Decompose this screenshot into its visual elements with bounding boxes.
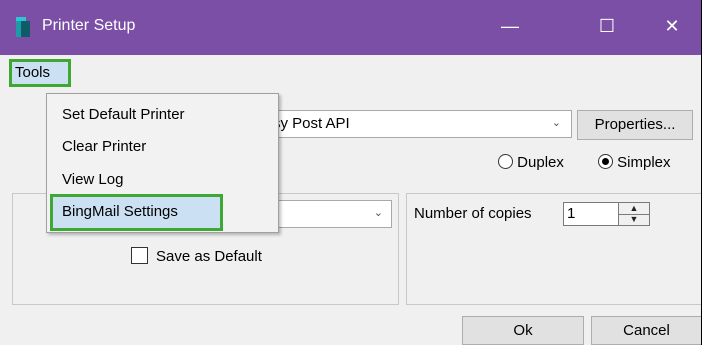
save-default-label: Save as Default — [156, 248, 262, 265]
menu-item-view-log[interactable]: View Log — [62, 171, 123, 188]
maximize-button[interactable]: ☐ — [591, 12, 623, 40]
tools-dropdown-menu: Set Default Printer Clear Printer View L… — [46, 93, 279, 233]
printer-setup-window: Printer Setup — ☐ ✕ Tools sy Post API ⌄ … — [0, 0, 702, 345]
menu-tools[interactable]: Tools — [9, 59, 71, 87]
ok-button[interactable]: Ok — [462, 316, 584, 345]
chevron-down-icon: ⌄ — [551, 117, 561, 129]
simplex-label: Simplex — [617, 154, 671, 171]
title-bar: Printer Setup — ☐ ✕ — [0, 0, 701, 55]
printer-app-icon — [16, 17, 30, 37]
options-select[interactable]: ⌄ — [270, 200, 392, 228]
simplex-option[interactable]: Simplex — [598, 154, 671, 171]
minimize-button[interactable]: — — [494, 12, 526, 40]
duplex-radio[interactable] — [498, 154, 513, 169]
printer-select-value: sy Post API — [273, 115, 350, 132]
properties-button[interactable]: Properties... — [577, 110, 693, 140]
spin-down-icon[interactable]: ▼ — [619, 214, 649, 225]
copies-spinner[interactable]: ▲ ▼ — [618, 202, 650, 226]
copies-label: Number of copies — [414, 205, 532, 222]
copies-input[interactable]: 1 — [563, 202, 619, 226]
duplex-label: Duplex — [517, 154, 564, 171]
save-default-checkbox[interactable] — [131, 247, 148, 264]
menu-bar: Tools — [0, 55, 701, 93]
save-default-option[interactable]: Save as Default — [131, 247, 262, 265]
menu-item-clear-printer[interactable]: Clear Printer — [62, 138, 146, 155]
printer-select[interactable]: sy Post API ⌄ — [270, 110, 572, 138]
close-button[interactable]: ✕ — [656, 12, 688, 40]
cancel-button[interactable]: Cancel — [591, 316, 701, 345]
window-title: Printer Setup — [42, 17, 136, 34]
simplex-radio[interactable] — [598, 154, 613, 169]
menu-item-set-default-printer[interactable]: Set Default Printer — [62, 106, 185, 123]
menu-item-bingmail-settings[interactable]: BingMail Settings — [50, 194, 223, 231]
duplex-option[interactable]: Duplex — [498, 154, 564, 171]
chevron-down-icon: ⌄ — [373, 207, 383, 219]
